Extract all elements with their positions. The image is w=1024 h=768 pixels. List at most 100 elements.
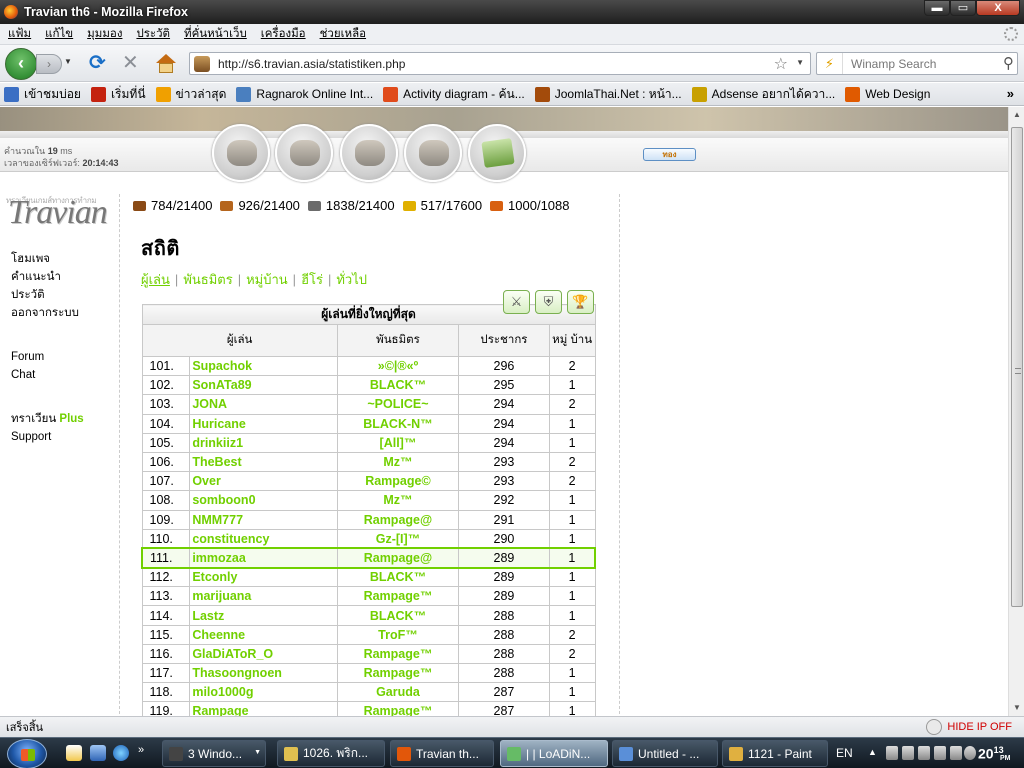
minimize-button[interactable]: ▬ [924,0,950,16]
player-name-link[interactable]: NMM777 [189,509,338,530]
travian-logo[interactable]: ทราเวียนเกมส์ทางการทำกม Travian [6,192,108,232]
sidebar-item-forum[interactable]: Forum [11,348,84,366]
search-engine-icon[interactable]: ⚡ [817,53,843,74]
bookmark-item[interactable]: Ragnarok Online Int... [236,86,373,102]
scroll-down-arrow[interactable]: ▼ [1009,700,1024,716]
tray-icon[interactable] [950,746,962,760]
tab-players[interactable]: ผู้เล่น [141,272,170,287]
nav-reports-button[interactable] [468,124,526,182]
alliance-link[interactable]: Gz-[I]™ [336,528,460,549]
taskbar-button[interactable]: Untitled - ... [612,740,718,767]
hide-ip-toggle[interactable]: HIDE IP OFF [947,721,1012,733]
menu-help[interactable]: ช่วยเหลือ [320,25,366,43]
menu-history[interactable]: ประวัติ [136,25,170,43]
language-indicator[interactable]: EN [836,746,853,760]
taskbar-button[interactable]: 1121 - Paint [722,740,828,767]
player-name-link[interactable]: Lastz [189,605,338,626]
taskbar-button[interactable]: | | LoADiN... [500,740,608,767]
bookmark-item[interactable]: เข้าชมบ่อย [4,85,81,104]
quicklaunch-notepad-icon[interactable] [66,745,82,761]
taskbar-button[interactable]: Travian th... [390,740,494,767]
gold-button[interactable]: ทอง [643,148,696,161]
bookmark-star-icon[interactable]: ☆ [774,54,788,74]
url-bar[interactable]: http://s6.travian.asia/statistiken.php ☆… [189,52,811,75]
show-hidden-icons[interactable]: ▲ [868,747,877,757]
bookmark-item[interactable]: Activity diagram - ค้น... [383,85,525,104]
bookmark-item[interactable]: Web Design [845,86,930,102]
quicklaunch-desktop-icon[interactable] [90,745,106,761]
player-name-link[interactable]: SonATa89 [189,375,338,396]
scrollbar-thumb[interactable] [1011,127,1023,607]
alliance-link[interactable]: BLACK-N™ [336,413,460,434]
nav-village-overview-button[interactable] [212,124,270,182]
player-name-link[interactable]: somboon0 [189,490,338,511]
menu-edit[interactable]: แก้ไข [45,25,73,43]
back-button[interactable]: ‹ [5,48,37,80]
bookmark-item[interactable]: ข่าวล่าสุด [155,85,226,104]
sidebar-item-profile[interactable]: ประวัติ [11,286,84,304]
alliance-link[interactable]: BLACK™ [336,375,460,396]
defenders-ranking-icon[interactable]: ⛨ [535,290,562,314]
alliance-link[interactable]: Rampage© [336,471,460,492]
tray-icon[interactable] [902,746,914,760]
sidebar-item-chat[interactable]: Chat [11,366,84,384]
url-text[interactable]: http://s6.travian.asia/statistiken.php [218,57,405,71]
stop-button[interactable]: ✕ [122,53,139,73]
player-name-link[interactable]: immozaa [189,547,338,569]
search-icon[interactable]: ⚲ [1003,54,1014,72]
attackers-ranking-icon[interactable]: ⚔ [503,290,530,314]
addon-icon[interactable] [926,719,942,735]
menu-file[interactable]: แฟ้ม [8,25,31,43]
bookmark-item[interactable]: เริ่มที่นี่ [90,85,146,104]
taskbar-button[interactable]: 1026. พริก... [277,740,385,767]
alliance-link[interactable]: ~POLICE~ [336,394,460,415]
player-name-link[interactable]: Supachok [189,355,338,377]
player-name-link[interactable]: drinkiiz1 [189,432,338,453]
player-name-link[interactable]: Huricane [189,413,338,434]
alliance-link[interactable]: Rampage™ [336,586,460,607]
player-name-link[interactable]: marijuana [189,586,338,607]
player-name-link[interactable]: constituency [189,528,338,549]
alliance-link[interactable]: Garuda [336,682,460,703]
menu-bookmarks[interactable]: ที่คั่นหน้าเว็บ [184,25,247,43]
alliance-link[interactable]: TroF™ [336,624,460,645]
maximize-button[interactable]: ▭ [950,0,976,16]
alliance-link[interactable]: Rampage™ [336,662,460,684]
close-button[interactable]: X [976,0,1020,16]
alliance-link[interactable]: Rampage™ [336,643,460,665]
player-name-link[interactable]: Rampage [189,701,338,716]
player-name-link[interactable]: Etconly [189,567,338,588]
search-box[interactable]: ⚡ Winamp Search ⚲ [816,52,1018,75]
player-name-link[interactable]: Cheenne [189,624,338,645]
tab-general[interactable]: ทั่วไป [336,272,367,287]
tab-alliances[interactable]: พันธมิตร [183,272,232,287]
history-dropdown-icon[interactable]: ▼ [64,57,72,66]
quicklaunch-more-icon[interactable]: » [138,744,154,760]
tray-icon[interactable] [918,746,930,760]
player-name-link[interactable]: Thasoongnoen [189,662,338,684]
alliance-link[interactable]: Mz™ [336,490,460,511]
top10-trophy-icon[interactable]: 🏆 [567,290,594,314]
nav-village-center-button[interactable] [275,124,333,182]
home-button[interactable] [155,54,177,74]
alliance-link[interactable]: »©|®«º [336,355,460,377]
quicklaunch-ie-icon[interactable] [113,745,129,761]
taskbar-button[interactable]: 3 Windo... ▼ [162,740,266,767]
sidebar-item-support[interactable]: Support [11,428,84,446]
sidebar-item-plus[interactable]: ทราเวียน Plus [11,410,84,428]
tab-villages[interactable]: หมู่บ้าน [246,272,288,287]
scroll-up-arrow[interactable]: ▲ [1009,107,1024,123]
reload-button[interactable]: ⟳ [89,53,106,73]
alliance-link[interactable]: [All]™ [336,432,460,453]
tray-icon[interactable] [886,746,898,760]
nav-statistics-button[interactable] [404,124,462,182]
alliance-link[interactable]: Rampage™ [336,701,460,716]
vertical-scrollbar[interactable]: ▲ ▼ [1008,107,1024,716]
alliance-link[interactable]: Rampage@ [336,509,460,530]
start-button[interactable] [7,739,47,768]
tab-heroes[interactable]: ฮีโร่ [301,272,323,287]
player-name-link[interactable]: GlaDiAToR_O [189,643,338,665]
sidebar-item-logout[interactable]: ออกจากระบบ [11,304,84,322]
nav-map-button[interactable] [340,124,398,182]
alliance-link[interactable]: BLACK™ [336,567,460,588]
